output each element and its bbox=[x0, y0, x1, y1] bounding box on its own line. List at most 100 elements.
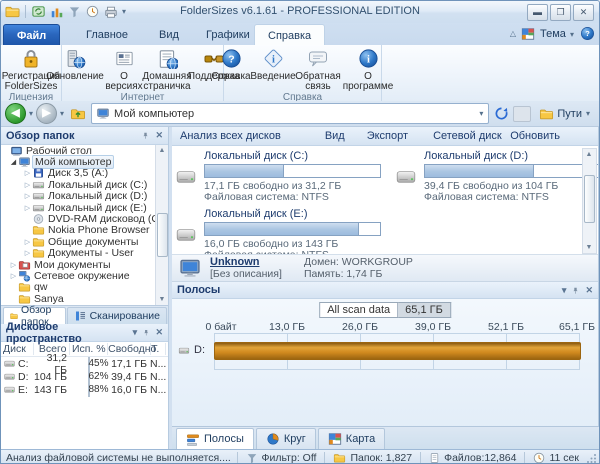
homepage-button[interactable]: Домашняя страничка bbox=[145, 46, 189, 92]
tab-pie[interactable]: Круг bbox=[256, 428, 316, 449]
close-panel-icon[interactable]: ✕ bbox=[155, 328, 163, 337]
close-panel-icon[interactable]: ✕ bbox=[155, 131, 163, 140]
table-row[interactable]: D: 104 ГБ 62% 39,4 ГБ N... bbox=[1, 370, 168, 383]
scan-label: All scan data bbox=[319, 302, 398, 318]
tab-bands[interactable]: Полосы bbox=[176, 428, 254, 449]
update-button[interactable]: Обновление bbox=[47, 46, 103, 82]
resize-grip[interactable] bbox=[587, 453, 597, 463]
disk-item-e[interactable]: Локальный диск (E:) 16,0 ГБ свободно из … bbox=[176, 208, 381, 254]
info-diamond-icon bbox=[263, 48, 284, 69]
maximize-button[interactable]: ❐ bbox=[550, 4, 571, 21]
file-icon bbox=[429, 452, 440, 464]
ribbon-group-internet: Обновление О версиях Домашняя страничка … bbox=[62, 45, 224, 101]
clock-icon bbox=[533, 452, 545, 464]
folder-browser-panel: Обзор папок ✕ Рабочий стол ◢Мой компьюте… bbox=[1, 127, 169, 449]
desktop-icon bbox=[10, 145, 23, 157]
drive-icon bbox=[396, 166, 416, 188]
refresh-icon[interactable] bbox=[494, 106, 509, 121]
help-button[interactable]: Справка bbox=[211, 46, 251, 82]
disk-item-d[interactable]: Локальный диск (D:) 39,4 ГБ свободно из … bbox=[396, 150, 598, 203]
disk-space-header: Дисковое пространство ▾ ✕ bbox=[1, 324, 168, 342]
refresh-button[interactable]: Обновить bbox=[510, 130, 560, 142]
axis-tick: 13,0 ГБ bbox=[269, 321, 305, 333]
disk-item-c[interactable]: Локальный диск (C:) 17,1 ГБ свободно из … bbox=[176, 150, 381, 203]
tree-item-qw[interactable]: qw bbox=[1, 282, 168, 293]
tree-item-network[interactable]: ▷Сетевое окружение bbox=[1, 270, 168, 281]
tab-view[interactable]: Вид bbox=[146, 24, 192, 45]
disk-space-table: Диск Всего Исп. % Свободно Т. C: 31,2 ГБ… bbox=[1, 342, 168, 452]
tree-item-drive-c[interactable]: ▷Локальный диск (C:) bbox=[1, 179, 168, 190]
tree-item-sanya[interactable]: Sanya bbox=[1, 293, 168, 304]
back-button[interactable]: ◀ bbox=[5, 103, 26, 124]
tree-item-drive-a[interactable]: ▷Диск 3,5 (A:) bbox=[1, 168, 168, 179]
axis-tick: 26,0 ГБ bbox=[342, 321, 378, 333]
tab-treemap[interactable]: Карта bbox=[318, 428, 385, 449]
versions-button[interactable]: О версиях bbox=[104, 46, 144, 92]
about-button[interactable]: О программе bbox=[342, 46, 394, 92]
tree-item-my-computer[interactable]: ◢Мой компьютер bbox=[1, 156, 168, 167]
computer-name-link[interactable]: Unknown bbox=[210, 256, 296, 268]
dropdown-icon[interactable]: ▾ bbox=[133, 328, 138, 337]
table-row[interactable]: E: 143 ГБ 88% 16,0 ГБ N... bbox=[1, 383, 168, 396]
network-drive-menu[interactable]: Сетевой диск bbox=[433, 130, 502, 142]
paths-button[interactable]: Пути ▾ bbox=[535, 104, 595, 124]
theme-selector[interactable]: Тема ▾ bbox=[540, 28, 575, 40]
documents-folder-icon bbox=[18, 259, 31, 271]
tree-item-user-docs[interactable]: ▷Документы - User bbox=[1, 248, 168, 259]
folder-icon bbox=[333, 452, 346, 464]
lock-icon bbox=[20, 48, 42, 69]
scan-total-badge: All scan data 65,1 ГБ bbox=[319, 302, 451, 318]
forward-dropdown-icon[interactable]: ▾ bbox=[59, 109, 65, 118]
ribbon-group-help: Справка Введение Обратная связь О програ… bbox=[224, 45, 382, 101]
tree-item-drive-d[interactable]: ▷Локальный диск (D:) bbox=[1, 191, 168, 202]
minimize-ribbon-icon[interactable]: △ bbox=[510, 29, 516, 38]
tree-item-new-folder[interactable]: Новая папка bbox=[1, 304, 168, 305]
intro-button[interactable]: Введение bbox=[252, 46, 294, 82]
tab-home[interactable]: Главное bbox=[73, 24, 141, 45]
close-panel-icon[interactable]: ✕ bbox=[585, 286, 593, 295]
floppy-icon bbox=[32, 167, 45, 179]
pin-icon[interactable] bbox=[142, 327, 150, 338]
export-menu[interactable]: Экспорт bbox=[367, 130, 408, 142]
tree-item-shared-docs[interactable]: ▷Общие документы bbox=[1, 236, 168, 247]
disk-list-scrollbar[interactable]: ▲ ▼ bbox=[582, 148, 597, 254]
up-folder-icon[interactable] bbox=[70, 106, 86, 121]
folder-icon bbox=[18, 304, 31, 305]
drive-icon bbox=[3, 358, 16, 369]
tree-scrollbar[interactable]: ▲ ▼ bbox=[155, 145, 168, 305]
minimize-button[interactable]: ▬ bbox=[527, 4, 548, 21]
address-input[interactable]: Мой компьютер ▾ bbox=[91, 103, 489, 124]
pin-icon[interactable] bbox=[141, 130, 150, 141]
drive-icon bbox=[176, 166, 196, 188]
analyze-all-disks-button[interactable]: Анализ всех дисков bbox=[180, 130, 281, 142]
tree-item-drive-e[interactable]: ▷Локальный диск (E:) bbox=[1, 202, 168, 213]
status-folders: Папок: 1,827 bbox=[324, 452, 420, 464]
dropdown-icon[interactable]: ▾ bbox=[562, 286, 567, 295]
tree-item-dvd[interactable]: DVD-RAM дисковод (G:) bbox=[1, 213, 168, 224]
table-row[interactable]: C: 31,2 ГБ 45% 17,1 ГБ N... bbox=[1, 357, 168, 370]
folder-icon bbox=[18, 281, 31, 293]
bar-d-drive[interactable] bbox=[214, 342, 581, 360]
forward-button[interactable]: ▶ bbox=[36, 103, 57, 124]
status-filter: Фильтр: Off bbox=[237, 452, 325, 464]
folder-icon bbox=[18, 293, 31, 305]
help-icon[interactable] bbox=[580, 26, 595, 41]
about-circle-icon bbox=[358, 48, 379, 69]
folder-icon bbox=[32, 224, 45, 236]
computer-item[interactable]: Unknown [Без описания] Домен: WORKGROUP … bbox=[172, 254, 598, 282]
tab-file[interactable]: Файл bbox=[3, 24, 60, 46]
ribbon: Регистрация FolderSizes Лицензия Обновле… bbox=[1, 45, 599, 102]
pin-icon[interactable] bbox=[571, 285, 580, 296]
tree-item-my-documents[interactable]: ▷Мои документы bbox=[1, 259, 168, 270]
feedback-button[interactable]: Обратная связь bbox=[295, 46, 341, 92]
view-menu[interactable]: Вид bbox=[325, 130, 345, 142]
address-dropdown-icon[interactable]: ▾ bbox=[478, 109, 484, 118]
close-button[interactable]: ✕ bbox=[573, 4, 594, 21]
chart-type-tabs: Полосы Круг Карта bbox=[172, 426, 599, 449]
tab-help[interactable]: Справка bbox=[254, 24, 325, 46]
back-dropdown-icon[interactable]: ▾ bbox=[28, 109, 34, 118]
tab-charts[interactable]: Графики bbox=[193, 24, 263, 45]
treemap-icon bbox=[328, 432, 342, 446]
tree-item-nokia[interactable]: Nokia Phone Browser bbox=[1, 225, 168, 236]
disk-space-table-header[interactable]: Диск Всего Исп. % Свободно Т. bbox=[1, 342, 168, 357]
